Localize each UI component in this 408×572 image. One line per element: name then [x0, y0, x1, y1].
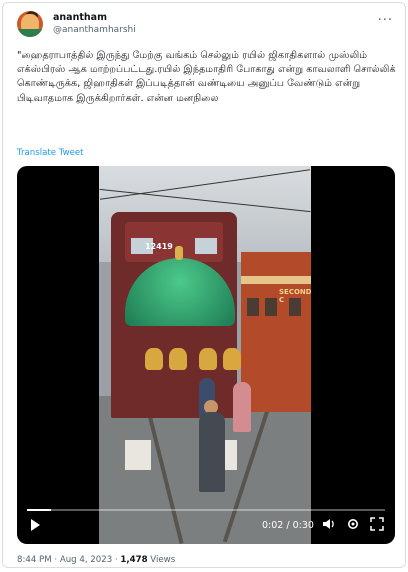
meta-separator: · [54, 555, 58, 565]
video-frame: SECOND C 12419 [99, 166, 311, 544]
tweet-header: anantham @ananthamharshi ··· [17, 11, 393, 41]
coach-image: SECOND C [241, 252, 311, 412]
gear-icon[interactable] [345, 517, 361, 533]
translate-link[interactable]: Translate Tweet [17, 148, 84, 158]
tweet-meta: 8:44 PM · Aug 4, 2023 · 1,478 Views [17, 555, 175, 565]
views-count: 1,478 [120, 555, 148, 565]
avatar[interactable] [17, 11, 43, 37]
author-handle[interactable]: @ananthamharshi [53, 25, 136, 35]
progress-bar[interactable] [27, 509, 385, 511]
video-player[interactable]: SECOND C 12419 0:02 / 0:30 [17, 166, 395, 544]
meta-separator-2: · [114, 555, 118, 565]
tweet-time[interactable]: 8:44 PM [17, 555, 52, 565]
video-controls: 0:02 / 0:30 [17, 509, 395, 544]
fullscreen-icon[interactable] [369, 517, 385, 533]
time-display: 0:02 / 0:30 [262, 520, 314, 531]
tweet-card: anantham @ananthamharshi ··· "ஹைதராபாத்த… [2, 2, 406, 568]
more-icon[interactable]: ··· [378, 13, 393, 28]
views-label: Views [150, 555, 176, 565]
volume-icon[interactable] [321, 517, 337, 533]
play-icon[interactable] [31, 519, 40, 531]
locomotive-number: 12419 [145, 242, 173, 251]
tweet-date[interactable]: Aug 4, 2023 [60, 555, 112, 565]
tweet-text: "ஹைதராபாத்தில் இருந்து மேற்கு வங்கம் செல… [17, 50, 396, 104]
person-figure [199, 412, 225, 492]
author-name[interactable]: anantham [53, 12, 107, 23]
